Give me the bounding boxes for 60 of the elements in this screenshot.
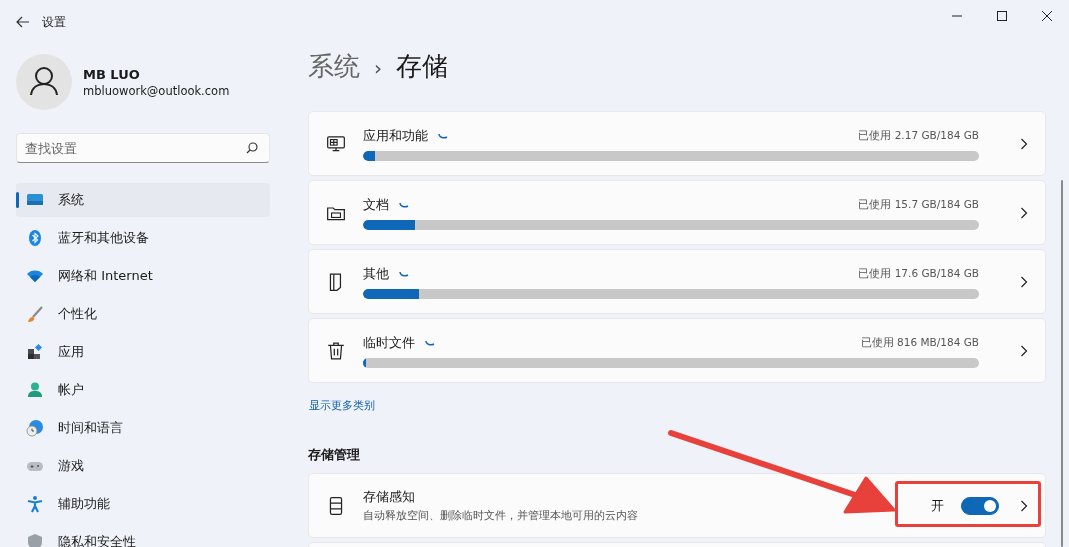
sidebar-item[interactable]: 游戏 (16, 449, 270, 483)
chevron-right-icon (1020, 137, 1028, 150)
monitor-grid-icon (326, 133, 346, 154)
show-more-link[interactable]: 显示更多类别 (309, 398, 375, 413)
category-label: 临时文件 (363, 333, 415, 352)
breadcrumb-separator: › (374, 56, 382, 80)
sidebar-item[interactable]: 系统 (16, 183, 270, 217)
person-icon (26, 381, 44, 399)
toggle-state-label: 开 (931, 496, 944, 515)
avatar-icon (16, 54, 72, 110)
sidebar-item[interactable]: 时间和语言 (16, 411, 270, 445)
apps-icon (26, 343, 44, 361)
usage-text: 已使用 17.6 GB/184 GB (858, 266, 979, 281)
close-icon (1041, 11, 1052, 21)
chevron-right-icon (1020, 499, 1028, 512)
sidebar-item[interactable]: 网络和 Internet (16, 259, 270, 293)
sidebar-item[interactable]: 帐户 (16, 373, 270, 407)
window-title: 设置 (42, 13, 66, 31)
spinner-icon (425, 339, 435, 346)
selection-indicator (16, 192, 19, 208)
sidebar-item[interactable]: 应用 (16, 335, 270, 369)
usage-text: 已使用 2.17 GB/184 GB (858, 128, 979, 143)
spinner-icon (399, 270, 409, 277)
usage-text: 已使用 816 MB/184 GB (860, 335, 979, 350)
search-field[interactable]: 查找设置 (16, 133, 270, 163)
category-label: 其他 (363, 264, 389, 283)
sidebar-item[interactable]: 蓝牙和其他设备 (16, 221, 270, 255)
spinner-icon (399, 201, 409, 208)
brush-icon (26, 305, 44, 323)
storage-category-card[interactable]: 文档 已使用 15.7 GB/184 GB (308, 180, 1046, 245)
usage-text: 已使用 15.7 GB/184 GB (858, 197, 979, 212)
spinner-icon (438, 132, 448, 139)
bluetooth-icon (26, 229, 44, 247)
section-heading: 存储管理 (308, 446, 361, 464)
user-email: mbluowork@outlook.com (83, 83, 230, 98)
chevron-right-icon (1020, 206, 1028, 219)
category-label: 应用和功能 (363, 126, 428, 145)
user-name: MB LUO (83, 66, 141, 82)
trash-icon (326, 340, 346, 361)
setting-title: 存储感知 (363, 488, 416, 506)
breadcrumb-item: 存储 (396, 50, 448, 83)
maximize-icon (996, 11, 1007, 21)
toggle-switch[interactable] (961, 496, 999, 515)
breadcrumb-item[interactable]: 系统 (308, 49, 360, 84)
storage-sense-card[interactable]: 存储感知 自动释放空间、删除临时文件，并管理本地可用的云内容 开 (308, 473, 1046, 538)
search-icon (246, 142, 258, 154)
sidebar-item[interactable]: 个性化 (16, 297, 270, 331)
shield-icon (26, 533, 44, 547)
chevron-right-icon (1020, 344, 1028, 357)
chevron-right-icon (1020, 275, 1028, 288)
storage-category-card[interactable]: 临时文件 已使用 816 MB/184 GB (308, 318, 1046, 383)
clock-globe-icon (26, 419, 44, 437)
storage-category-card[interactable]: 其他 已使用 17.6 GB/184 GB (308, 249, 1046, 314)
setting-description: 自动释放空间、删除临时文件，并管理本地可用的云内容 (363, 509, 639, 523)
storage-category-card[interactable]: 应用和功能 已使用 2.17 GB/184 GB (308, 111, 1046, 176)
sidebar-item[interactable]: 辅助功能 (16, 487, 270, 521)
accessibility-icon (26, 495, 44, 513)
sidebar-item[interactable]: 隐私和安全性 (16, 525, 270, 547)
back-arrow-icon (16, 16, 30, 28)
category-label: 文档 (363, 195, 389, 214)
